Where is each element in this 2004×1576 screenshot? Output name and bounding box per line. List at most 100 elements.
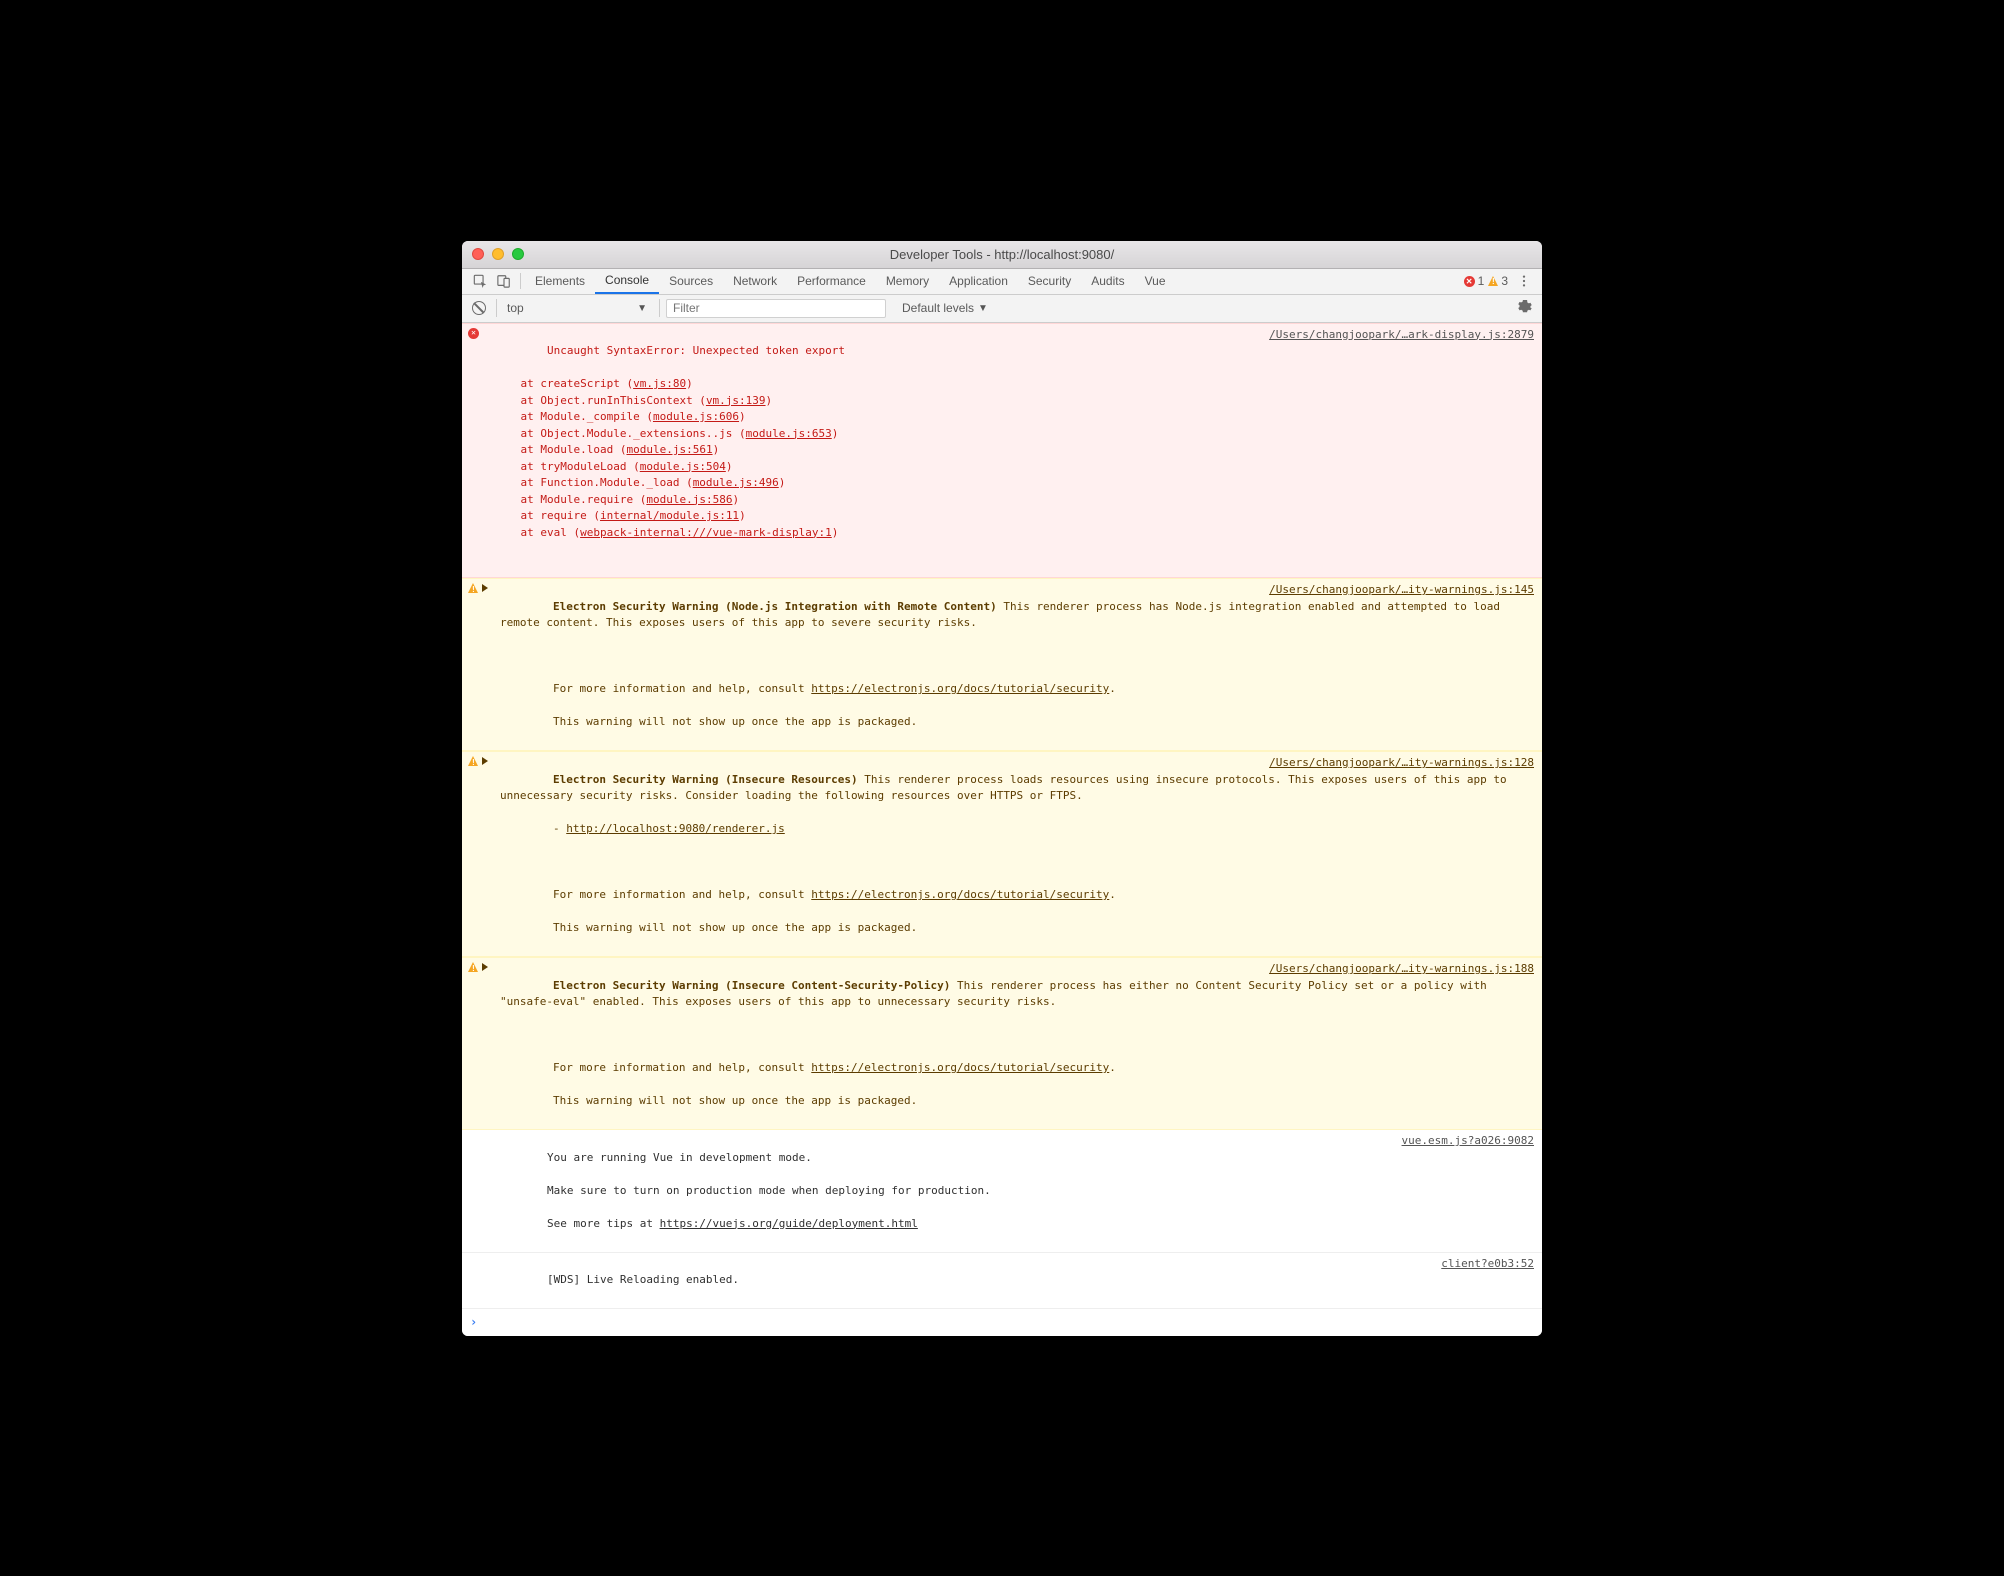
security-docs-link[interactable]: https://electronjs.org/docs/tutorial/sec… — [811, 682, 1109, 695]
stack-frame-prefix: at Object.runInThisContext ( — [494, 394, 706, 407]
console-error-message[interactable]: ✕ /Users/changjoopark/…ark-display.js:28… — [462, 323, 1542, 579]
stack-frame: at eval (webpack-internal:///vue-mark-di… — [494, 525, 1534, 542]
stack-frame-link[interactable]: vm.js:80 — [633, 377, 686, 390]
security-docs-link[interactable]: https://electronjs.org/docs/tutorial/sec… — [811, 1061, 1109, 1074]
stack-frame-link[interactable]: vm.js:139 — [706, 394, 766, 407]
stack-frame-link[interactable]: module.js:561 — [626, 443, 712, 456]
warning-icon — [1488, 276, 1498, 286]
separator — [659, 299, 660, 317]
console-warning-message[interactable]: /Users/changjoopark/…ity-warnings.js:188… — [462, 957, 1542, 1130]
warning-icon — [468, 756, 478, 766]
chevron-down-icon: ▼ — [978, 303, 994, 314]
traffic-lights — [462, 248, 524, 260]
tab-application[interactable]: Application — [939, 269, 1018, 294]
tab-sources[interactable]: Sources — [659, 269, 723, 294]
console-warning-message[interactable]: /Users/changjoopark/…ity-warnings.js:128… — [462, 751, 1542, 957]
tab-performance[interactable]: Performance — [787, 269, 876, 294]
stack-frame-prefix: at Module.require ( — [494, 493, 646, 506]
separator — [520, 273, 521, 289]
warning-count: 3 — [1501, 274, 1508, 288]
stack-frame-prefix: at createScript ( — [494, 377, 633, 390]
stack-frame: at tryModuleLoad (module.js:504) — [494, 459, 1534, 476]
warning-tail: This warning will not show up once the a… — [553, 1094, 917, 1107]
clear-console-icon[interactable] — [472, 301, 486, 315]
source-link[interactable]: /Users/changjoopark/…ity-warnings.js:145 — [1261, 582, 1534, 599]
tab-security[interactable]: Security — [1018, 269, 1081, 294]
tab-memory[interactable]: Memory — [876, 269, 939, 294]
tab-vue[interactable]: Vue — [1135, 269, 1176, 294]
warning-count-badge[interactable]: 3 — [1488, 274, 1512, 288]
error-count: 1 — [1478, 274, 1485, 288]
more-info-prefix: For more information and help, consult — [553, 888, 811, 901]
console-output: ✕ /Users/changjoopark/…ark-display.js:28… — [462, 323, 1542, 1336]
stack-frame-link[interactable]: module.js:586 — [646, 493, 732, 506]
error-icon: ✕ — [1464, 276, 1475, 287]
context-value: top — [503, 301, 524, 315]
window-title: Developer Tools - http://localhost:9080/ — [462, 247, 1542, 262]
stack-frame-prefix: at tryModuleLoad ( — [494, 460, 640, 473]
insecure-resource-link[interactable]: http://localhost:9080/renderer.js — [566, 822, 785, 835]
more-info-prefix: For more information and help, consult — [553, 1061, 811, 1074]
stack-frame-suffix: ) — [832, 427, 839, 440]
vue-deploy-link[interactable]: https://vuejs.org/guide/deployment.html — [660, 1217, 918, 1230]
more-info-prefix: For more information and help, consult — [553, 682, 811, 695]
levels-value: Default levels — [898, 301, 978, 315]
stack-frame-suffix: ) — [779, 476, 786, 489]
stack-frame-link[interactable]: webpack-internal:///vue-mark-display:1 — [580, 526, 832, 539]
stack-frame-link[interactable]: internal/module.js:11 — [600, 509, 739, 522]
log-line: You are running Vue in development mode. — [547, 1151, 812, 1164]
expand-toggle-icon[interactable] — [482, 584, 488, 592]
close-window-button[interactable] — [472, 248, 484, 260]
stack-frame-link[interactable]: module.js:496 — [693, 476, 779, 489]
console-log-message[interactable]: client?e0b3:52 [WDS] Live Reloading enab… — [462, 1253, 1542, 1310]
kebab-menu-icon[interactable] — [1512, 269, 1536, 293]
error-text: Uncaught SyntaxError: Unexpected token e… — [547, 344, 845, 357]
stack-frame-suffix: ) — [732, 493, 739, 506]
stack-frame: at Module.load (module.js:561) — [494, 442, 1534, 459]
source-link[interactable]: /Users/changjoopark/…ity-warnings.js:188 — [1261, 961, 1534, 978]
source-link[interactable]: /Users/changjoopark/…ark-display.js:2879 — [1261, 327, 1534, 344]
console-prompt[interactable]: › — [462, 1309, 1542, 1336]
stack-frame-suffix: ) — [739, 410, 746, 423]
console-settings-icon[interactable] — [1518, 300, 1536, 317]
log-line: Make sure to turn on production mode whe… — [547, 1184, 991, 1197]
maximize-window-button[interactable] — [512, 248, 524, 260]
source-link[interactable]: client?e0b3:52 — [1433, 1256, 1534, 1273]
tab-audits[interactable]: Audits — [1081, 269, 1134, 294]
source-link[interactable]: /Users/changjoopark/…ity-warnings.js:128 — [1261, 755, 1534, 772]
stack-frame-suffix: ) — [726, 460, 733, 473]
source-link[interactable]: vue.esm.js?a026:9082 — [1394, 1133, 1534, 1150]
stack-frame: at require (internal/module.js:11) — [494, 508, 1534, 525]
expand-toggle-icon[interactable] — [482, 963, 488, 971]
stack-frame-suffix: ) — [832, 526, 839, 539]
minimize-window-button[interactable] — [492, 248, 504, 260]
error-count-badge[interactable]: ✕ 1 — [1464, 274, 1489, 288]
tab-console[interactable]: Console — [595, 269, 659, 294]
stack-frame-prefix: at require ( — [494, 509, 600, 522]
tab-elements[interactable]: Elements — [525, 269, 595, 294]
stack-frame: at Module.require (module.js:586) — [494, 492, 1534, 509]
stack-frame-suffix: ) — [713, 443, 720, 456]
log-line: [WDS] Live Reloading enabled. — [547, 1273, 739, 1286]
inspect-element-icon[interactable] — [468, 269, 492, 293]
context-selector[interactable]: top ▼ — [503, 301, 653, 315]
devtools-tabbar: ElementsConsoleSourcesNetworkPerformance… — [462, 269, 1542, 295]
warning-title: Electron Security Warning (Insecure Cont… — [553, 979, 950, 992]
stack-frame-link[interactable]: module.js:653 — [746, 427, 832, 440]
stack-frame-prefix: at Module.load ( — [494, 443, 626, 456]
filter-input[interactable] — [666, 299, 886, 318]
log-levels-selector[interactable]: Default levels ▼ — [898, 301, 994, 315]
device-toolbar-icon[interactable] — [492, 269, 516, 293]
console-log-message[interactable]: vue.esm.js?a026:9082 You are running Vue… — [462, 1130, 1542, 1253]
expand-toggle-icon[interactable] — [482, 757, 488, 765]
warning-icon — [468, 583, 478, 593]
tab-network[interactable]: Network — [723, 269, 787, 294]
warning-tail: This warning will not show up once the a… — [553, 715, 917, 728]
stack-frame-prefix: at Module._compile ( — [494, 410, 653, 423]
console-warning-message[interactable]: /Users/changjoopark/…ity-warnings.js:145… — [462, 578, 1542, 751]
log-line-prefix: See more tips at — [547, 1217, 660, 1230]
security-docs-link[interactable]: https://electronjs.org/docs/tutorial/sec… — [811, 888, 1109, 901]
stack-frame-prefix: at Function.Module._load ( — [494, 476, 693, 489]
stack-frame-link[interactable]: module.js:504 — [640, 460, 726, 473]
stack-frame-link[interactable]: module.js:606 — [653, 410, 739, 423]
